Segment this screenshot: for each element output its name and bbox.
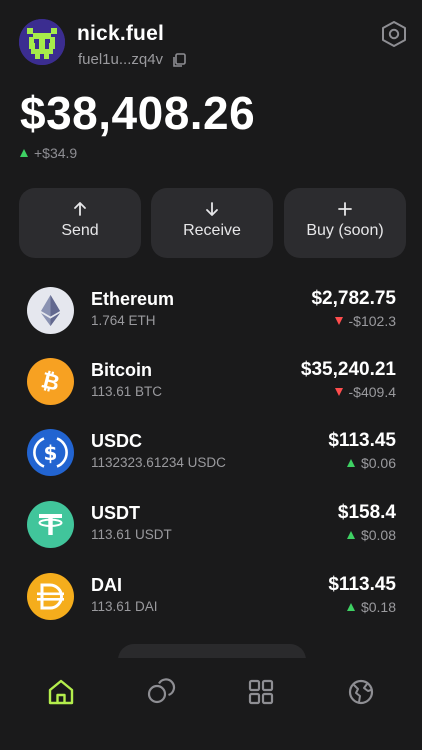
hexagon-settings-icon[interactable] [380,20,408,48]
asset-name: USDC [91,431,143,451]
total-balance: $38,408.26 [20,87,256,139]
asset-change: $0.06 [346,455,396,471]
asset-change: $0.08 [346,527,396,543]
receive-button[interactable]: Receive [151,188,273,258]
account-address: fuel1u...zq4v [78,51,164,68]
asset-amount: 1.764 ETH [91,313,156,328]
account-name: nick.fuel [77,22,164,45]
bottom-navigation [0,658,422,750]
pixel-avatar-icon[interactable] [19,19,65,65]
asset-value: $113.45 [328,430,396,451]
usdc-icon: $ [27,429,74,476]
balance-change-value: +$34.9 [34,145,78,161]
buy-button[interactable]: Buy (soon) [284,188,406,258]
plus-icon [338,202,352,216]
trend-down-icon [334,388,343,396]
trend-up-icon [346,531,355,539]
asset-amount: 113.61 USDT [91,527,172,542]
action-buttons: Send Receive Buy (soon) [19,188,406,258]
trend-down-icon [334,317,343,325]
asset-change: -$409.4 [334,384,396,400]
asset-row-bitcoin[interactable]: ₿ Bitcoin 113.61 BTC $35,240.21 -$409.4 [0,351,422,411]
asset-row-dai[interactable]: DAI 113.61 DAI $113.45 $0.18 [0,566,422,626]
trend-up-icon [346,459,355,467]
asset-amount: 113.61 DAI [91,599,158,614]
asset-change-value: -$102.3 [348,313,396,329]
receive-button-label: Receive [183,222,241,239]
grid-icon[interactable] [246,677,276,707]
asset-row-usdc[interactable]: $ USDC 1132323.61234 USDC $113.45 $0.06 [0,422,422,482]
asset-change: -$102.3 [334,313,396,329]
asset-name: Ethereum [91,289,175,309]
asset-change-value: $0.18 [360,599,396,615]
balance-change: +$34.9 [20,145,77,161]
buy-button-label: Buy (soon) [306,222,384,239]
asset-change-value: -$409.4 [348,384,396,400]
arrow-up-icon [74,202,86,216]
globe-icon[interactable] [346,677,376,707]
asset-value: $2,782.75 [311,288,396,309]
asset-change-value: $0.08 [360,527,396,543]
home-icon[interactable] [46,677,76,707]
asset-value: $35,240.21 [300,359,396,380]
trend-up-icon [20,149,28,157]
asset-change-value: $0.06 [360,455,396,471]
asset-name: USDT [91,503,140,523]
asset-amount: 113.61 BTC [91,384,163,399]
asset-amount: 1132323.61234 USDC [91,455,226,470]
send-button[interactable]: Send [19,188,141,258]
wallet-header: nick.fuel fuel1u...zq4v [19,18,408,70]
dai-icon [27,573,74,620]
arrow-down-icon [206,202,218,216]
asset-change: $0.18 [346,599,396,615]
asset-row-usdt[interactable]: USDT 113.61 USDT $158.4 $0.08 [0,494,422,554]
coins-icon[interactable] [146,677,176,707]
asset-name: DAI [91,575,122,595]
svg-text:$: $ [44,441,58,465]
asset-row-ethereum[interactable]: Ethereum 1.764 ETH $2,782.75 -$102.3 [0,280,422,340]
ethereum-icon [27,287,74,334]
bitcoin-icon: ₿ [27,358,74,405]
usdt-icon [27,501,74,548]
copy-icon[interactable] [172,53,186,73]
send-button-label: Send [61,222,99,239]
asset-name: Bitcoin [91,360,152,380]
asset-value: $158.4 [337,502,396,523]
asset-value: $113.45 [328,574,396,595]
trend-up-icon [346,603,355,611]
